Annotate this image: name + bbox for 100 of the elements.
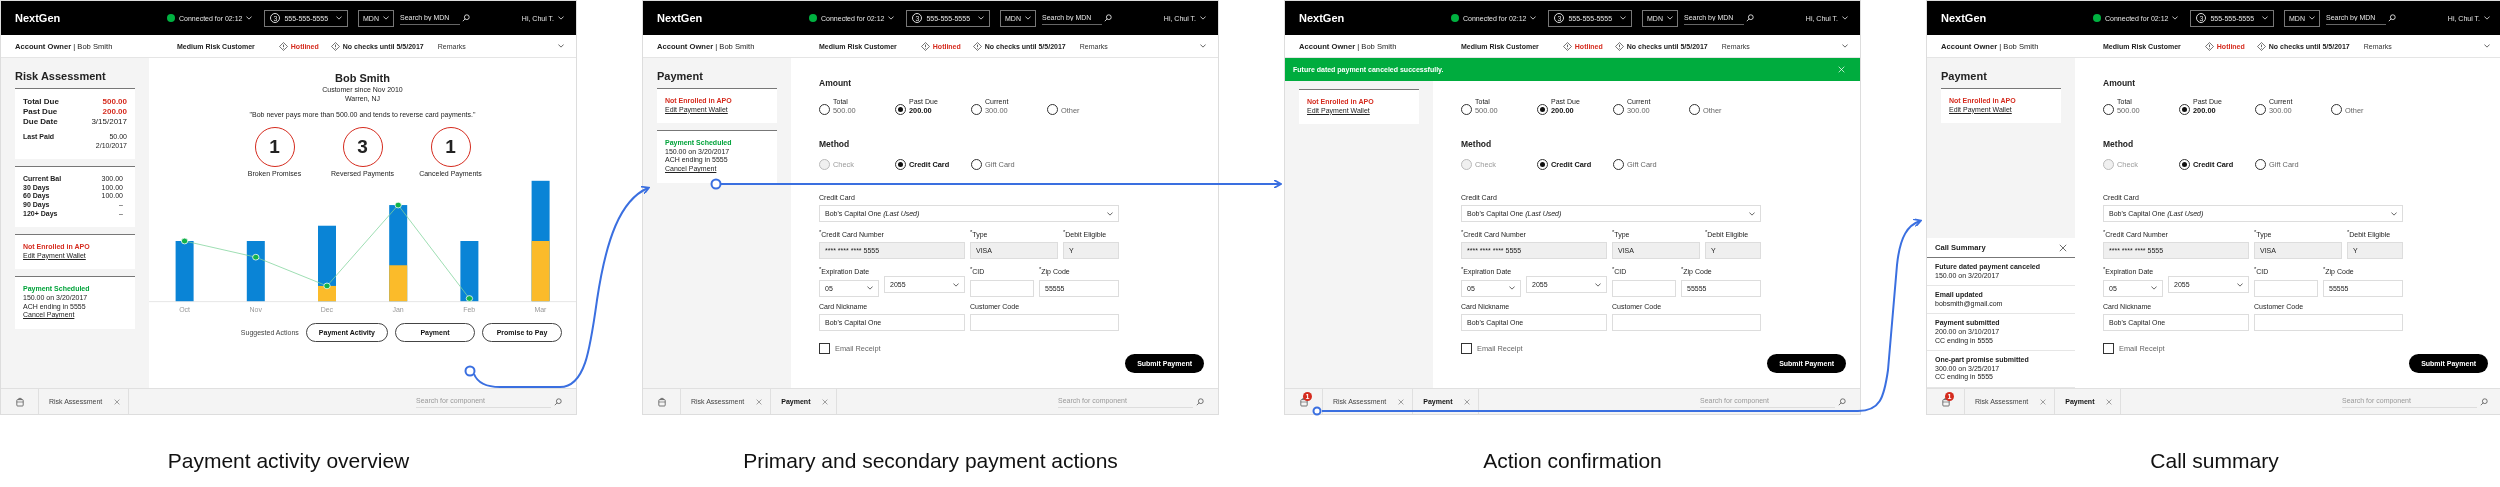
total-value: 500.00 — [102, 97, 127, 107]
radio-button[interactable] — [895, 104, 906, 115]
panel-title: Payment — [657, 70, 704, 82]
chevron-down-icon — [1025, 16, 1031, 20]
section-title: Amount — [2103, 78, 2137, 88]
chevron-down-icon[interactable] — [2484, 44, 2490, 48]
search-icon[interactable] — [1104, 14, 1112, 22]
chevron-down-icon — [953, 282, 959, 287]
total-value: 3/15/2017 — [91, 117, 127, 127]
warning-icon — [920, 41, 930, 51]
briefcase-icon[interactable] — [15, 396, 24, 407]
chevron-down-icon[interactable] — [558, 44, 564, 48]
section-title: Method — [2103, 139, 2135, 149]
input-field[interactable] — [2254, 313, 2403, 331]
radio-button[interactable] — [971, 159, 982, 170]
radio-button[interactable] — [2255, 104, 2266, 115]
stacked-bar — [175, 241, 194, 302]
radio-button[interactable] — [2179, 104, 2190, 115]
radio-button[interactable] — [1047, 104, 1058, 115]
chevron-down-icon — [2151, 286, 2157, 291]
warning-icon — [330, 41, 340, 51]
search-icon[interactable] — [2388, 14, 2396, 22]
briefcase-icon[interactable] — [657, 396, 666, 407]
chevron-down-icon — [1667, 16, 1673, 20]
chevron-down-icon — [2237, 282, 2243, 287]
section-title: Amount — [819, 78, 853, 88]
warning-icon — [1562, 41, 1572, 51]
chevron-down-icon — [1749, 211, 1755, 216]
search-icon[interactable] — [462, 14, 470, 22]
stacked-bar — [246, 241, 265, 302]
chevron-down-icon — [336, 16, 343, 20]
input-field[interactable] — [970, 279, 1034, 297]
app-logo: NextGen — [1941, 12, 1988, 24]
radio-button[interactable] — [1537, 159, 1548, 170]
radio-button[interactable] — [1689, 104, 1700, 115]
data-point — [252, 254, 260, 261]
total-label: Total Due — [23, 97, 59, 107]
screen-caption: Payment activity overview — [167, 449, 410, 473]
screen-caption: Primary and secondary payment actions — [743, 449, 1118, 473]
total-label: Past Due — [23, 107, 58, 117]
chevron-down-icon — [867, 286, 873, 291]
warning-icon — [2256, 41, 2266, 51]
chevron-down-icon — [1595, 282, 1601, 287]
panel-title: Risk Assessment — [15, 70, 107, 82]
close-icon[interactable] — [2059, 243, 2067, 252]
app-logo: NextGen — [657, 12, 704, 24]
status-dot-icon — [1451, 14, 1459, 22]
input-field[interactable] — [1612, 279, 1676, 297]
radio-button[interactable] — [1537, 104, 1548, 115]
status-dot-icon — [167, 14, 175, 22]
radio-button[interactable] — [2179, 159, 2190, 170]
screen-caption: Action confirmation — [1483, 449, 1662, 473]
total-value: 200.00 — [102, 107, 127, 117]
data-point — [181, 237, 189, 245]
data-point — [465, 295, 473, 302]
chevron-down-icon[interactable] — [1200, 44, 1206, 48]
customer-name: Bob Smith — [335, 72, 390, 84]
checkbox[interactable] — [1461, 342, 1472, 354]
status-dot-icon — [2093, 14, 2101, 22]
data-point — [394, 202, 402, 209]
radio-button[interactable] — [2255, 159, 2266, 170]
total-label: Due Date — [23, 117, 58, 127]
input-field[interactable] — [1612, 313, 1761, 331]
panel-title: Payment — [1941, 70, 1988, 82]
briefcase-icon[interactable] — [1941, 396, 1950, 407]
radio-button[interactable] — [819, 104, 830, 115]
section-title: Method — [1461, 139, 1493, 149]
chevron-down-icon — [2391, 211, 2397, 216]
checkbox[interactable] — [2103, 342, 2114, 354]
briefcase-icon[interactable] — [1299, 396, 1308, 407]
radio-button[interactable] — [1613, 104, 1624, 115]
search-icon[interactable] — [1746, 14, 1754, 22]
warning-icon — [972, 41, 982, 51]
radio-button[interactable] — [1461, 104, 1472, 115]
radio-button[interactable] — [2103, 104, 2114, 115]
stacked-bar — [460, 241, 479, 302]
screen-caption: Call summary — [2150, 449, 2279, 473]
warning-icon — [2204, 41, 2214, 51]
chevron-down-icon — [978, 16, 985, 20]
chevron-down-icon — [1620, 16, 1627, 20]
radio-button[interactable] — [1613, 159, 1624, 170]
radio-button[interactable] — [895, 159, 906, 170]
chevron-down-icon — [2262, 16, 2269, 20]
app-logo: NextGen — [15, 12, 62, 24]
warning-icon — [278, 41, 288, 51]
warning-icon — [1614, 41, 1624, 51]
data-point — [323, 282, 331, 290]
chevron-down-icon — [2309, 16, 2315, 20]
app-logo: NextGen — [1299, 12, 1346, 24]
radio-button[interactable] — [2331, 104, 2342, 115]
radio-button[interactable] — [971, 104, 982, 115]
chevron-down-icon — [1107, 211, 1113, 216]
chevron-down-icon — [383, 16, 389, 20]
status-dot-icon — [809, 14, 817, 22]
chevron-down-icon — [1509, 286, 1515, 291]
input-field[interactable] — [2254, 279, 2318, 297]
section-title: Method — [819, 139, 851, 149]
input-field[interactable] — [970, 313, 1119, 331]
checkbox[interactable] — [819, 342, 830, 354]
chevron-down-icon[interactable] — [1842, 44, 1848, 48]
